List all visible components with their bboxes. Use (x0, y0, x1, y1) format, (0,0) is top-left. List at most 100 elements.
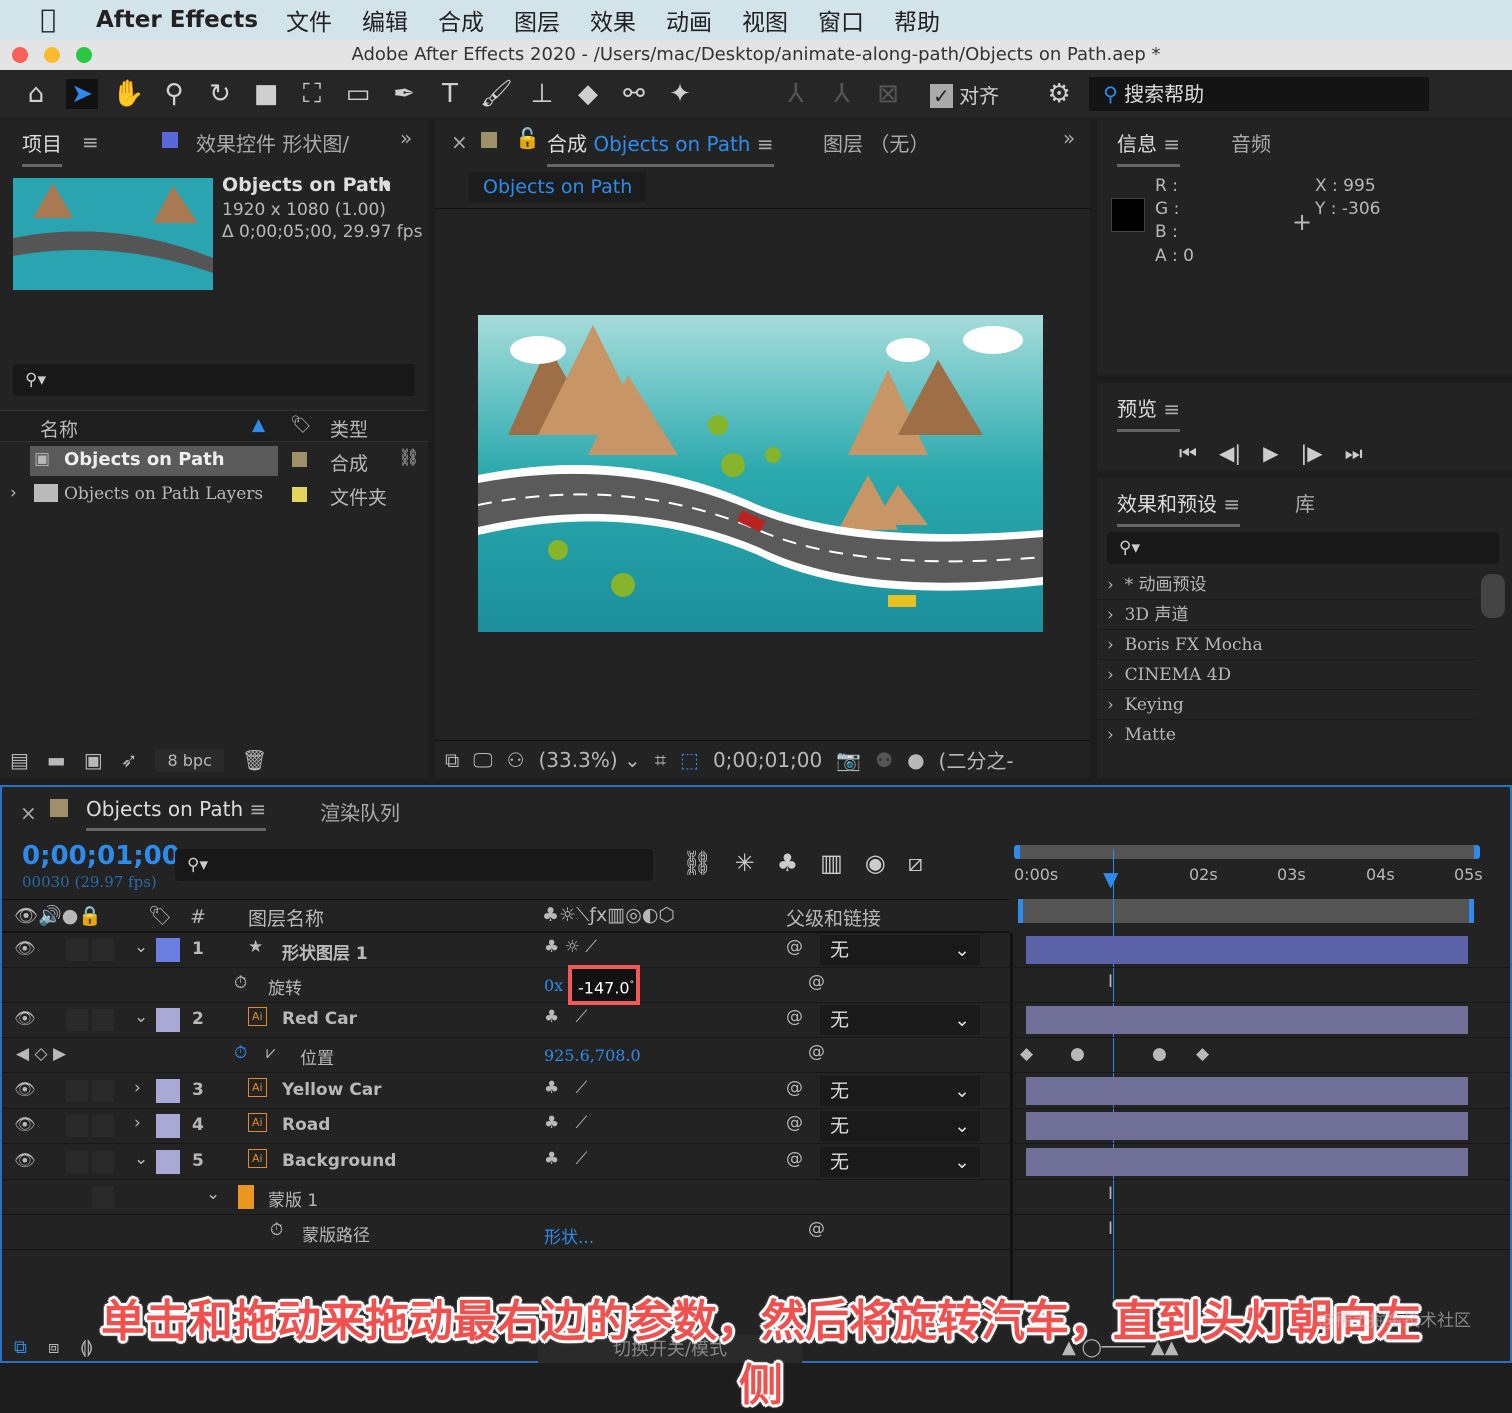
keyframe-navigator[interactable]: ◀ ◇ ▶ (16, 1044, 66, 1064)
effects-category[interactable]: › Matte (1097, 720, 1477, 750)
layer-row[interactable]: 👁 ⌄ 5 Ai Background ♣ ⟋ @ 无 ⌄ (2, 1145, 1510, 1180)
collapse-chevron-icon[interactable]: ⌄ (134, 1149, 148, 1169)
effects-category[interactable]: › Boris FX Mocha (1097, 630, 1477, 660)
close-window-button[interactable] (12, 47, 28, 63)
layer-duration-bar[interactable] (1026, 1006, 1468, 1034)
pick-whip-icon[interactable]: @ (786, 1113, 803, 1133)
selection-tool-icon[interactable]: ➤ (66, 79, 98, 109)
mask-visibility-icon[interactable]: ⚇ (507, 748, 525, 772)
expand-chevron-icon[interactable]: › (134, 1078, 141, 1098)
grid-icon[interactable]: ⌗ (655, 748, 666, 772)
effects-category[interactable]: › 3D 声道 (1097, 600, 1477, 630)
project-search-input[interactable]: ⚲▾ (13, 364, 415, 396)
expand-chevron-icon[interactable]: › (10, 483, 17, 503)
menu-window[interactable]: 窗口 (818, 3, 864, 37)
layer-row[interactable]: 👁 ⌄ 2 Ai Red Car ♣ ⟋ @ 无 ⌄ (2, 1003, 1510, 1038)
tab-info[interactable]: 信息 ≡ (1117, 128, 1181, 167)
axis-world-icon[interactable]: ⅄ (826, 79, 858, 109)
bpc-button[interactable]: 8 bpc (155, 748, 224, 772)
pick-whip-icon[interactable]: @ (786, 1149, 803, 1169)
layer-switches[interactable]: ♣ ⟋ (544, 1113, 587, 1133)
layer-search-input[interactable]: ⚲▾ (175, 849, 653, 881)
label-tag-icon[interactable]: 🏷 (148, 904, 172, 927)
layer-switches[interactable]: ♣ ☼ ⟋ (544, 937, 597, 957)
close-tab-icon[interactable]: × (451, 130, 468, 154)
layer-row[interactable]: 👁 ⌄ 1 ★ 形状图层 1 ♣ ☼ ⟋ @ 无 ⌄ (2, 933, 1510, 968)
parent-dropdown[interactable]: 无 ⌄ (820, 935, 980, 965)
eye-icon[interactable]: 👁 (14, 1115, 36, 1135)
project-item-comp[interactable]: ▣ Objects on Path 合成 ⛓ (0, 444, 428, 478)
zoom-dropdown[interactable]: (33.3%) ⌄ (539, 748, 641, 772)
effects-search-input[interactable]: ⚲▾ (1107, 532, 1499, 564)
flowchart-icon[interactable]: ⛓ (398, 448, 420, 468)
menu-help[interactable]: 帮助 (894, 3, 940, 37)
eye-icon[interactable]: 👁 (14, 1009, 36, 1029)
workspace-icon[interactable]: ⚙ (1043, 79, 1075, 109)
pick-whip-icon[interactable]: @ (786, 1007, 803, 1027)
roto-brush-tool-icon[interactable]: ⚯ (618, 79, 650, 109)
label-swatch[interactable] (156, 1079, 180, 1103)
layer-duration-bar[interactable] (1026, 1077, 1468, 1105)
stopwatch-active-icon[interactable]: ⏱ (234, 1043, 247, 1063)
menu-animation[interactable]: 动画 (666, 3, 712, 37)
render-icon[interactable]: ➶ (121, 748, 138, 772)
tab-composition[interactable]: 合成 Objects on Path ≡ (547, 128, 774, 167)
tab-preview[interactable]: 预览 ≡ (1117, 393, 1181, 432)
lock-icon[interactable]: 🔓 (515, 126, 540, 150)
tab-libraries[interactable]: 库 (1295, 488, 1315, 517)
play-icon[interactable]: ▶ (1263, 441, 1278, 465)
stopwatch-icon[interactable]: ⏱ (270, 1220, 283, 1240)
menu-layer[interactable]: 图层 (514, 3, 560, 37)
frame-blending-icon[interactable]: ▥ (820, 849, 843, 877)
pan-behind-tool-icon[interactable]: ⛶ (296, 79, 328, 110)
mask-row[interactable]: ⌄ 蒙版 1 I (2, 1180, 1510, 1215)
expand-chevron-icon[interactable]: › (134, 1113, 141, 1133)
col-type[interactable]: 类型 (330, 415, 368, 442)
pen-tool-icon[interactable]: ✒ (388, 79, 420, 109)
parent-dropdown[interactable]: 无 ⌄ (820, 1147, 980, 1177)
layer-name[interactable]: Background (282, 1151, 396, 1171)
home-icon[interactable]: ⌂ (20, 79, 52, 109)
layer-duration-bar[interactable] (1026, 1148, 1468, 1176)
label-swatch[interactable] (156, 1150, 180, 1174)
menu-file[interactable]: 文件 (286, 3, 332, 37)
new-folder-icon[interactable]: ▬ (47, 748, 66, 772)
tab-project[interactable]: 项目 (22, 128, 62, 167)
col-layer-name[interactable]: 图层名称 (248, 904, 324, 931)
clone-stamp-tool-icon[interactable]: ⊥ (526, 79, 558, 109)
close-tab-icon[interactable]: × (20, 801, 37, 825)
first-frame-icon[interactable]: ⏮ (1179, 441, 1197, 465)
transfer-controls-toggle-icon[interactable]: ⧈ (48, 1337, 59, 1358)
label-swatch[interactable] (156, 1008, 180, 1032)
layer-name[interactable]: Red Car (282, 1009, 357, 1029)
collapse-chevron-icon[interactable]: ⌄ (134, 1007, 148, 1027)
collapse-chevron-icon[interactable]: ⌄ (134, 937, 148, 957)
brush-tool-icon[interactable]: 🖌 (480, 79, 513, 109)
playhead-handle-icon[interactable]: ▼ (1103, 867, 1118, 891)
draft-3d-icon[interactable]: ✳ (734, 849, 754, 877)
comp-breadcrumb[interactable]: Objects on Path (469, 172, 647, 202)
in-out-toggle-icon[interactable]: ⟬⟭ (80, 1337, 93, 1358)
trash-icon[interactable]: 🗑 (242, 748, 267, 772)
tab-render-queue[interactable]: 渲染队列 (320, 797, 400, 826)
layer-name[interactable]: Road (282, 1115, 330, 1135)
mask-path-value[interactable]: 形状... (544, 1223, 594, 1248)
region-of-interest-icon[interactable]: ⬚ (680, 748, 699, 772)
tab-layer[interactable]: 图层 （无） (823, 128, 929, 157)
keyframe-icon[interactable]: ◆ (1020, 1044, 1033, 1064)
new-comp-icon[interactable]: ▣ (84, 748, 103, 772)
layer-row[interactable]: 👁 › 4 Ai Road ♣ ⟋ @ 无 ⌄ (2, 1109, 1510, 1144)
previous-frame-icon[interactable]: ◀| (1219, 441, 1241, 465)
menu-view[interactable]: 视图 (742, 3, 788, 37)
shy-layers-icon[interactable]: ♣ (777, 849, 799, 877)
tab-effect-controls[interactable]: 效果控件 形状图/ (196, 128, 349, 157)
comp-viewer-canvas[interactable] (478, 315, 1043, 632)
layer-switches[interactable]: ♣ ⟋ (544, 1007, 587, 1027)
zoom-tool-icon[interactable]: ⚲ (158, 79, 190, 109)
sort-ascending-icon[interactable]: ▲ (252, 415, 265, 435)
apple-icon[interactable]:  (0, 5, 96, 35)
keyframe-icon[interactable]: ● (1152, 1044, 1167, 1064)
type-tool-icon[interactable]: T (434, 79, 466, 109)
rotation-revolutions[interactable]: 0x (544, 976, 563, 995)
camera-tool-icon[interactable]: ■ (250, 79, 282, 109)
